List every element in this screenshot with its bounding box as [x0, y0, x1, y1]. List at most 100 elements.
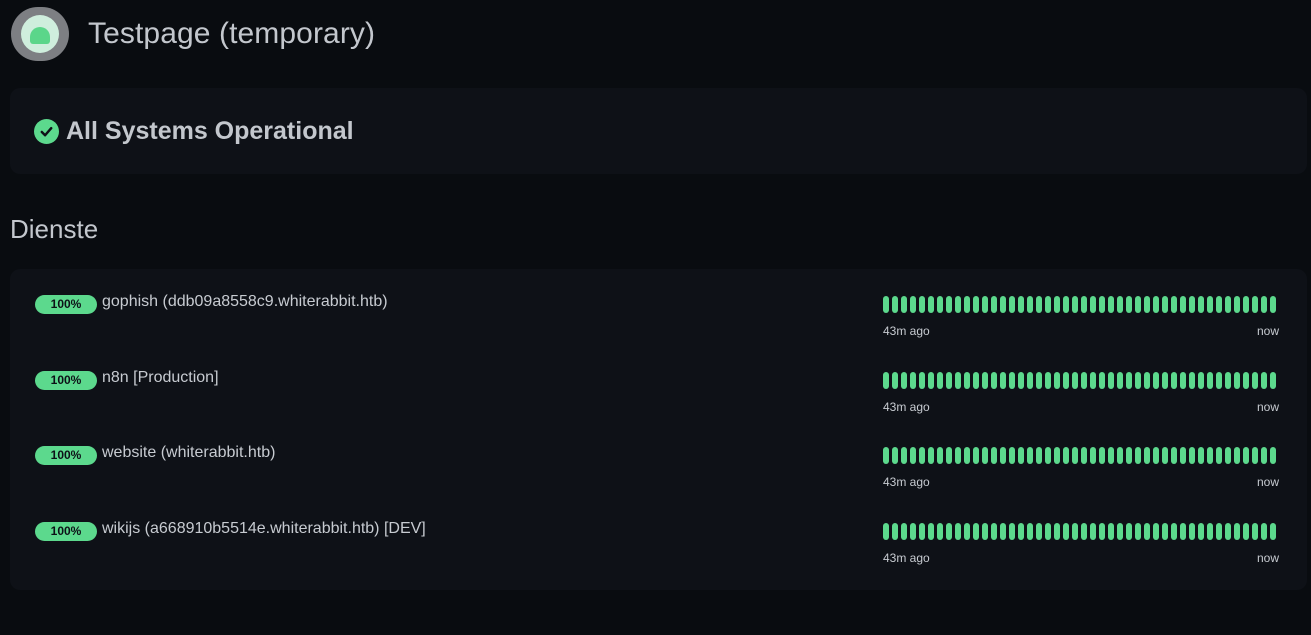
heartbeat-up[interactable] [1144, 295, 1150, 313]
heartbeat-up[interactable] [1063, 295, 1069, 313]
heartbeat-up[interactable] [883, 446, 889, 464]
heartbeat-up[interactable] [955, 446, 961, 464]
heartbeat-up[interactable] [1108, 371, 1114, 389]
heartbeat-up[interactable] [1036, 522, 1042, 540]
heartbeat-up[interactable] [1261, 522, 1267, 540]
heartbeat-up[interactable] [1252, 446, 1258, 464]
heartbeat-up[interactable] [946, 522, 952, 540]
heartbeat-up[interactable] [1270, 522, 1276, 540]
heartbeat-up[interactable] [955, 295, 961, 313]
heartbeat-up[interactable] [919, 295, 925, 313]
heartbeat-up[interactable] [1270, 446, 1276, 464]
heartbeat-up[interactable] [1162, 446, 1168, 464]
heartbeat-up[interactable] [1054, 522, 1060, 540]
heartbeat-up[interactable] [1171, 295, 1177, 313]
heartbeat-up[interactable] [1216, 371, 1222, 389]
heartbeat-up[interactable] [1000, 295, 1006, 313]
heartbeat-up[interactable] [1000, 371, 1006, 389]
heartbeat-up[interactable] [973, 295, 979, 313]
heartbeat-up[interactable] [1252, 371, 1258, 389]
heartbeat-up[interactable] [1180, 522, 1186, 540]
heartbeat-up[interactable] [928, 371, 934, 389]
heartbeat-up[interactable] [1072, 522, 1078, 540]
heartbeat-up[interactable] [1135, 295, 1141, 313]
heartbeat-up[interactable] [1171, 446, 1177, 464]
heartbeat-up[interactable] [973, 371, 979, 389]
heartbeat-up[interactable] [955, 522, 961, 540]
heartbeat-up[interactable] [1153, 446, 1159, 464]
heartbeat-up[interactable] [1090, 295, 1096, 313]
heartbeat-up[interactable] [883, 371, 889, 389]
heartbeat-up[interactable] [1144, 371, 1150, 389]
heartbeat-up[interactable] [1234, 522, 1240, 540]
heartbeat-up[interactable] [1099, 295, 1105, 313]
heartbeat-up[interactable] [1198, 371, 1204, 389]
heartbeat-up[interactable] [1198, 522, 1204, 540]
heartbeat-up[interactable] [1234, 446, 1240, 464]
heartbeat-up[interactable] [901, 446, 907, 464]
heartbeat-up[interactable] [892, 522, 898, 540]
heartbeat-up[interactable] [1126, 295, 1132, 313]
heartbeat-up[interactable] [973, 446, 979, 464]
heartbeat-up[interactable] [1090, 446, 1096, 464]
heartbeat-up[interactable] [964, 295, 970, 313]
heartbeat-up[interactable] [1171, 371, 1177, 389]
heartbeat-up[interactable] [928, 295, 934, 313]
heartbeat-up[interactable] [1036, 295, 1042, 313]
heartbeat-up[interactable] [1243, 522, 1249, 540]
heartbeat-up[interactable] [1063, 371, 1069, 389]
heartbeat-up[interactable] [1180, 446, 1186, 464]
heartbeat-up[interactable] [982, 295, 988, 313]
heartbeat-up[interactable] [1261, 446, 1267, 464]
heartbeat-up[interactable] [1216, 446, 1222, 464]
heartbeat-up[interactable] [1207, 295, 1213, 313]
heartbeat-up[interactable] [937, 522, 943, 540]
heartbeat-up[interactable] [1108, 295, 1114, 313]
heartbeat-up[interactable] [1117, 522, 1123, 540]
heartbeat-up[interactable] [1045, 522, 1051, 540]
heartbeat-up[interactable] [1090, 371, 1096, 389]
heartbeat-up[interactable] [1036, 446, 1042, 464]
heartbeat-up[interactable] [946, 295, 952, 313]
heartbeat-up[interactable] [1225, 446, 1231, 464]
heartbeat-up[interactable] [910, 446, 916, 464]
heartbeat-up[interactable] [910, 522, 916, 540]
heartbeat-up[interactable] [1126, 371, 1132, 389]
heartbeat-up[interactable] [1225, 522, 1231, 540]
heartbeat-up[interactable] [982, 446, 988, 464]
heartbeat-up[interactable] [946, 371, 952, 389]
heartbeat-up[interactable] [1126, 522, 1132, 540]
heartbeat-up[interactable] [955, 371, 961, 389]
heartbeat-up[interactable] [1162, 295, 1168, 313]
heartbeat-up[interactable] [901, 371, 907, 389]
heartbeat-up[interactable] [1207, 371, 1213, 389]
heartbeat-up[interactable] [1153, 295, 1159, 313]
heartbeat-up[interactable] [1072, 295, 1078, 313]
heartbeat-up[interactable] [1189, 295, 1195, 313]
heartbeat-up[interactable] [1099, 522, 1105, 540]
heartbeat-up[interactable] [1153, 522, 1159, 540]
heartbeat-up[interactable] [1135, 371, 1141, 389]
heartbeat-up[interactable] [1063, 446, 1069, 464]
heartbeat-up[interactable] [1180, 295, 1186, 313]
heartbeat-up[interactable] [1018, 446, 1024, 464]
heartbeat-up[interactable] [991, 371, 997, 389]
heartbeat-up[interactable] [910, 371, 916, 389]
heartbeat-up[interactable] [1198, 295, 1204, 313]
heartbeat-up[interactable] [892, 295, 898, 313]
heartbeat-up[interactable] [919, 446, 925, 464]
heartbeat-up[interactable] [901, 295, 907, 313]
heartbeat-up[interactable] [1054, 295, 1060, 313]
heartbeat-up[interactable] [964, 446, 970, 464]
heartbeat-up[interactable] [1117, 446, 1123, 464]
heartbeat-up[interactable] [982, 371, 988, 389]
heartbeat-up[interactable] [1018, 295, 1024, 313]
heartbeat-up[interactable] [1171, 522, 1177, 540]
heartbeat-up[interactable] [1225, 295, 1231, 313]
heartbeat-up[interactable] [1081, 371, 1087, 389]
heartbeat-up[interactable] [1189, 522, 1195, 540]
heartbeat-up[interactable] [892, 371, 898, 389]
heartbeat-up[interactable] [1045, 446, 1051, 464]
heartbeat-up[interactable] [1072, 371, 1078, 389]
heartbeat-up[interactable] [1099, 371, 1105, 389]
